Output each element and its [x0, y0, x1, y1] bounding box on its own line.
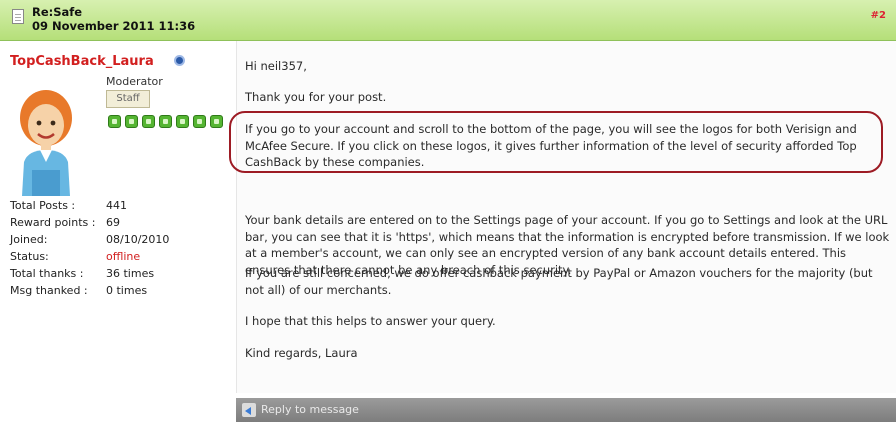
author-stats: Total Posts : 441 Reward points : 69 Joi… [10, 197, 169, 299]
rank-star-icon [210, 115, 223, 128]
thanks-paragraph: Thank you for your post. [245, 90, 387, 104]
stat-value: 0 times [106, 284, 148, 297]
post-header: Re:Safe 09 November 2011 11:36 #2 [0, 0, 896, 41]
stat-row: Joined: 08/10/2010 [10, 231, 169, 248]
stat-row: Status: offline [10, 248, 169, 265]
reply-button[interactable]: Reply to message [261, 403, 359, 416]
stat-value: 441 [106, 199, 127, 212]
post-number-link[interactable]: #2 [871, 10, 886, 21]
status-indicator-icon [174, 55, 185, 66]
reply-bar: Reply to message [236, 398, 896, 422]
rank-star-icon [142, 115, 155, 128]
message-body: Hi neil357, Thank you for your post. If … [229, 41, 896, 393]
highlighted-paragraph: If you go to your account and scroll to … [245, 122, 857, 169]
stat-value: 36 times [106, 267, 155, 280]
author-sidebar: TopCashBack_Laura Moderator Staff Total … [0, 41, 236, 422]
stat-row: Msg thanked : 0 times [10, 282, 169, 299]
greeting: Hi neil357, [245, 59, 307, 73]
signoff: Kind regards, Laura [245, 346, 358, 360]
stat-row: Reward points : 69 [10, 214, 169, 231]
concerned-paragraph: If you are still concerned, we do offer … [245, 266, 873, 297]
rank-icons [108, 115, 223, 128]
rank-star-icon [108, 115, 121, 128]
post-title: Re:Safe [32, 5, 83, 19]
author-role: Moderator [106, 75, 163, 88]
stat-label: Joined: [10, 233, 48, 246]
stat-label: Total Posts : [10, 199, 76, 212]
stat-label: Total thanks : [10, 267, 84, 280]
author-username-link[interactable]: TopCashBack_Laura [10, 54, 154, 69]
document-icon [12, 9, 24, 24]
rank-star-icon [159, 115, 172, 128]
stat-label: Msg thanked : [10, 284, 88, 297]
stat-row: Total Posts : 441 [10, 197, 169, 214]
reply-icon[interactable] [242, 403, 256, 417]
stat-label: Reward points : [10, 216, 96, 229]
hope-paragraph: I hope that this helps to answer your qu… [245, 314, 496, 328]
stat-value: 69 [106, 216, 120, 229]
stat-label: Status: [10, 250, 49, 263]
stat-value: 08/10/2010 [106, 233, 170, 246]
stat-row: Total thanks : 36 times [10, 265, 169, 282]
rank-star-icon [125, 115, 138, 128]
staff-badge: Staff [106, 90, 150, 108]
avatar [20, 90, 72, 196]
rank-star-icon [176, 115, 189, 128]
status-value: offline [106, 250, 141, 263]
post-date: 09 November 2011 11:36 [32, 19, 196, 33]
rank-star-icon [193, 115, 206, 128]
